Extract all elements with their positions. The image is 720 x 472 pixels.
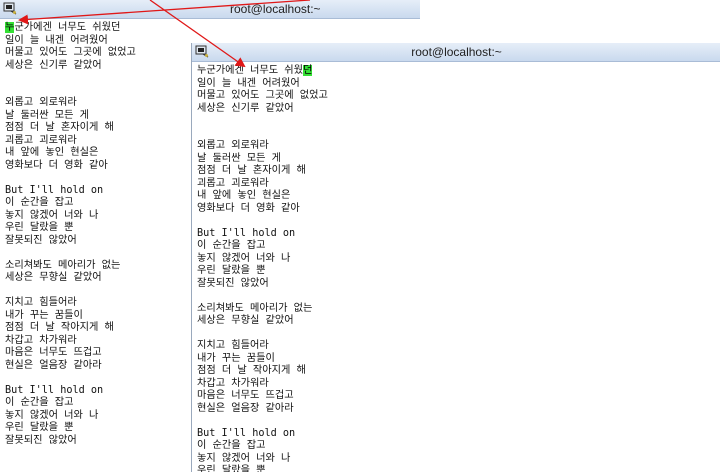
line-text: 점점 더 날 혼자이게 해 (197, 165, 306, 176)
cursor-highlight: 던 (303, 65, 313, 76)
terminal-window-front[interactable]: root@localhost:~ 누군가에겐 너무도 쉬웠던 일이 늘 내겐 어려… (191, 43, 720, 472)
line-text: 현실은 얼음장 같아라 (197, 402, 294, 414)
terminal-line: 점점 더 날 작아지게 해 (197, 365, 720, 378)
line-text: 현실은 얼음장 같아라 (5, 359, 102, 371)
terminal-line: 누군가에겐 너무도 쉬웠던 (197, 65, 720, 78)
line-text: But I'll hold on (5, 384, 104, 396)
line-text: 일이 늘 내겐 어려웠어 (197, 77, 300, 89)
line-text: 차갑고 차가워라 (5, 334, 77, 346)
terminal-line: 지치고 힘들어라 (197, 340, 720, 353)
line-text: 점점 더 날 작아지게 해 (197, 365, 306, 376)
line-text: 외롭고 외로워라 (5, 97, 77, 108)
line-text: 내 앞에 놓인 현실은 (197, 190, 291, 201)
terminal-line: 외롭고 외로워라 (197, 140, 720, 153)
terminal-line: 세상은 무향실 같았어 (197, 315, 720, 328)
line-text: 머물고 있어도 그곳에 없었고 (5, 47, 136, 58)
line-text: 이 순간을 잡고 (5, 197, 74, 208)
line-text: 영화보다 더 영화 같아 (5, 159, 108, 171)
line-text: 잘못되진 않았어 (5, 434, 77, 446)
line-text: 우린 달랐을 뿐 (197, 265, 266, 276)
line-text: 이 순간을 잡고 (197, 240, 266, 251)
terminal-output[interactable]: 누군가에겐 너무도 쉬웠던 일이 늘 내겐 어려웠어 머물고 있어도 그곳에 없었고… (197, 65, 720, 472)
terminal-line: But I'll hold on (197, 228, 720, 241)
line-text: 소리쳐봐도 메아리가 없는 (197, 302, 313, 314)
line-text: 우린 달랐을 뿐 (5, 222, 74, 233)
window-titlebar[interactable]: root@localhost:~ (192, 43, 720, 62)
terminal-line: 머물고 있어도 그곳에 없었고 (197, 90, 720, 103)
line-text: 놓지 않겠어 너와 나 (5, 409, 99, 421)
terminal-line: 내 앞에 놓인 현실은 (197, 190, 720, 203)
line-text: 날 둘러싼 모든 게 (197, 152, 282, 164)
line-text: 잘못되진 않았어 (5, 234, 77, 246)
line-text: 외롭고 외로워라 (197, 140, 269, 151)
line-text: 일이 늘 내겐 어려웠어 (5, 34, 108, 46)
line-text: 놓지 않겠어 너와 나 (5, 209, 99, 221)
terminal-line: 일이 늘 내겐 어려웠어 (197, 78, 720, 91)
line-text: 마음은 너무도 뜨겁고 (197, 390, 294, 401)
line-text: 누군가에겐 너무도 쉬웠 (197, 65, 303, 76)
line-text: 괴롭고 괴로워라 (5, 134, 77, 146)
terminal-line: 우린 달랐을 뿐 (197, 465, 720, 472)
line-text: 우린 달랐을 뿐 (197, 465, 266, 472)
terminal-line: 놓지 않겠어 너와 나 (197, 253, 720, 266)
line-text: 지치고 힘들어라 (5, 297, 77, 308)
line-text: But I'll hold on (197, 227, 296, 239)
window-title: root@localhost:~ (230, 2, 321, 16)
terminal-line: But I'll hold on (197, 428, 720, 441)
line-text: 우린 달랐을 뿐 (5, 422, 74, 433)
line-text: 차갑고 차가워라 (197, 377, 269, 389)
terminal-line: 소리쳐봐도 메아리가 없는 (197, 303, 720, 316)
putty-terminal-icon (3, 2, 17, 15)
line-text: 세상은 무향실 같았어 (5, 272, 102, 283)
terminal-line: 내가 꾸는 꿈들이 (197, 353, 720, 366)
line-text: 내가 꾸는 꿈들이 (197, 352, 275, 364)
terminal-line: 점점 더 날 혼자이게 해 (197, 165, 720, 178)
terminal-line: 이 순간을 잡고 (197, 440, 720, 453)
line-text: But I'll hold on (5, 184, 104, 196)
line-text: But I'll hold on (197, 427, 296, 439)
cursor-highlight: 누 (5, 22, 15, 33)
line-text: 세상은 신기루 같았어 (197, 102, 294, 114)
line-text: 점점 더 날 혼자이게 해 (5, 122, 114, 133)
line-text: 놓지 않겠어 너와 나 (197, 252, 291, 264)
line-text: 이 순간을 잡고 (5, 397, 74, 408)
terminal-line: 날 둘러싼 모든 게 (197, 153, 720, 166)
line-text: 내가 꾸는 꿈들이 (5, 309, 83, 321)
terminal-line: 마음은 너무도 뜨겁고 (197, 390, 720, 403)
terminal-line: 괴롭고 괴로워라 (197, 178, 720, 191)
line-text: 영화보다 더 영화 같아 (197, 202, 300, 214)
terminal-line: 세상은 신기루 같았어 (197, 103, 720, 116)
terminal-line: 영화보다 더 영화 같아 (197, 203, 720, 216)
line-text: 괴롭고 괴로워라 (197, 177, 269, 189)
line-text: 내 앞에 놓인 현실은 (5, 147, 99, 158)
line-text: 점점 더 날 작아지게 해 (5, 322, 114, 333)
line-text: 군가에겐 너무도 쉬웠던 (14, 22, 121, 33)
terminal-line: 잘못되진 않았어 (197, 278, 720, 291)
line-text: 지치고 힘들어라 (197, 340, 269, 351)
window-titlebar[interactable]: root@localhost:~ (0, 0, 420, 19)
line-text: 소리쳐봐도 메아리가 없는 (5, 259, 121, 271)
line-text: 머물고 있어도 그곳에 없었고 (197, 90, 328, 101)
terminal-line: 놓지 않겠어 너와 나 (197, 453, 720, 466)
terminal-line: 이 순간을 잡고 (197, 240, 720, 253)
line-text: 이 순간을 잡고 (197, 440, 266, 451)
line-text: 잘못되진 않았어 (197, 277, 269, 289)
window-title: root@localhost:~ (411, 45, 502, 59)
line-text: 마음은 너무도 뜨겁고 (5, 347, 102, 358)
terminal-line: 차갑고 차가워라 (197, 378, 720, 391)
terminal-line: 누군가에겐 너무도 쉬웠던 (5, 22, 420, 35)
line-text: 날 둘러싼 모든 게 (5, 109, 90, 121)
line-text: 세상은 무향실 같았어 (197, 315, 294, 326)
line-text: 놓지 않겠어 너와 나 (197, 452, 291, 464)
terminal-line: 우린 달랐을 뿐 (197, 265, 720, 278)
terminal-line: 현실은 얼음장 같아라 (197, 403, 720, 416)
line-text: 세상은 신기루 같았어 (5, 59, 102, 71)
